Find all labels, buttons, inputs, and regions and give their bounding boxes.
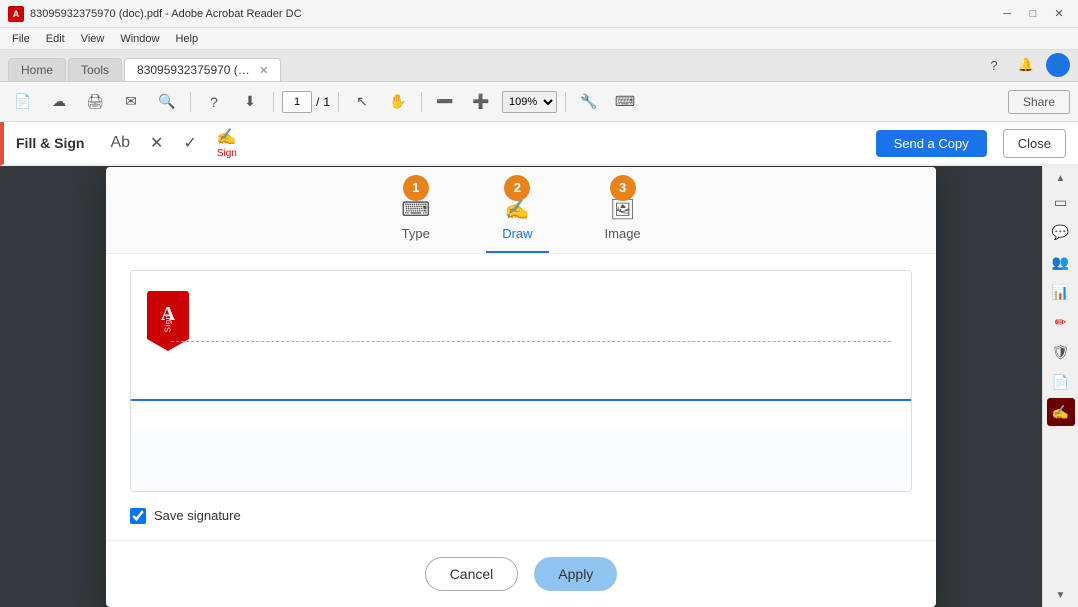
fill-sign-bar: Fill & Sign Ab ✕ ✓ ✍ Sign Send a Copy Cl…	[0, 122, 1078, 166]
modal-tab-bar: 1 ⌨ Type 2 ✍ Draw 3 🖼 Image	[106, 167, 936, 254]
tab-draw[interactable]: 2 ✍ Draw	[486, 183, 548, 253]
draw-tab-label: Draw	[502, 226, 532, 241]
title-bar: A 83095932375970 (doc).pdf - Adobe Acrob…	[0, 0, 1078, 28]
tab-close-icon[interactable]: ✕	[259, 65, 268, 77]
cursor-tool-button[interactable]: ↖	[347, 87, 377, 117]
modal-overlay: 1 ⌨ Type 2 ✍ Draw 3 🖼 Image	[0, 166, 1042, 607]
hand-tool-button[interactable]: ✋	[383, 87, 413, 117]
sign-icon: ✍	[217, 127, 237, 147]
close-window-button[interactable]: ✕	[1048, 3, 1070, 25]
search-toolbar-button[interactable]: 🔍	[152, 87, 182, 117]
type-text-button[interactable]: Ab	[104, 132, 136, 155]
menu-view[interactable]: View	[73, 31, 113, 47]
sidebar-sign-button[interactable]: ✍	[1047, 398, 1075, 426]
print-button[interactable]: 🖨	[80, 87, 110, 117]
tab-image[interactable]: 3 🖼 Image	[589, 183, 657, 253]
tab-document[interactable]: 83095932375970 (… ✕	[124, 58, 281, 81]
right-sidebar: ▲ ▭ 💬 👥 📊 ✏ 🛡 📄 ✍ ▼	[1042, 166, 1078, 607]
tab-tools[interactable]: Tools	[68, 58, 122, 81]
nav-down-button[interactable]: ⬇	[235, 87, 265, 117]
sidebar-comment-button[interactable]: 💬	[1047, 218, 1075, 246]
x-icon: ✕	[150, 133, 163, 153]
sidebar-scroll-up-button[interactable]: ▲	[1047, 170, 1075, 186]
save-signature-row: Save signature	[130, 508, 912, 524]
tab-home[interactable]: Home	[8, 58, 66, 81]
signature-lower-area[interactable]	[131, 431, 911, 491]
tab-num-2: 2	[504, 175, 530, 201]
check-mark-button[interactable]: ✓	[177, 131, 202, 156]
maximize-button[interactable]: □	[1022, 3, 1044, 25]
sidebar-panels-button[interactable]: ▭	[1047, 188, 1075, 216]
image-tab-label: Image	[605, 226, 641, 241]
save-signature-label: Save signature	[154, 508, 241, 523]
window-title: 83095932375970 (doc).pdf - Adobe Acrobat…	[30, 8, 996, 20]
tools-keyboard-button[interactable]: ⌨	[610, 87, 640, 117]
sidebar-edit-button[interactable]: ✏	[1047, 308, 1075, 336]
signature-baseline	[131, 399, 911, 401]
sidebar-scroll-down-button[interactable]: ▼	[1047, 587, 1075, 603]
window-controls: ─ □ ✕	[996, 3, 1070, 25]
tab-num-3: 3	[610, 175, 636, 201]
cloud-button[interactable]: ☁	[44, 87, 74, 117]
minimize-button[interactable]: ─	[996, 3, 1018, 25]
signature-guide-line	[171, 341, 891, 342]
fill-sign-title: Fill & Sign	[16, 135, 84, 151]
separator-3	[338, 92, 339, 112]
new-doc-button[interactable]: 📄	[8, 87, 38, 117]
separator-5	[565, 92, 566, 112]
save-signature-checkbox[interactable]	[130, 508, 146, 524]
send-copy-button[interactable]: Send a Copy	[876, 130, 987, 157]
separator-1	[190, 92, 191, 112]
ab-icon: Ab	[110, 134, 130, 152]
main-area: H Sig 1 ⌨ Type 2 ✍ Draw	[0, 166, 1078, 607]
sidebar-share-button[interactable]: 👥	[1047, 248, 1075, 276]
menu-file[interactable]: File	[4, 31, 38, 47]
badge-sign-text: Sign	[164, 314, 173, 332]
zoom-level-select[interactable]: 109% 100% 75%	[502, 91, 557, 113]
apply-button[interactable]: Apply	[534, 557, 617, 591]
menu-edit[interactable]: Edit	[38, 31, 73, 47]
email-button[interactable]: ✉	[116, 87, 146, 117]
signature-canvas[interactable]: A Sign	[131, 271, 911, 431]
close-fill-sign-button[interactable]: Close	[1003, 129, 1066, 158]
tab-action-area: ? 🔔 👤	[982, 53, 1070, 81]
tab-type[interactable]: 1 ⌨ Type	[385, 183, 446, 253]
sidebar-protect-button[interactable]: 🛡	[1047, 338, 1075, 366]
tools-rotate-button[interactable]: 🔧	[574, 87, 604, 117]
help-tab-button[interactable]: ?	[982, 53, 1006, 77]
sidebar-organize-button[interactable]: 📊	[1047, 278, 1075, 306]
signature-draw-area[interactable]: A Sign	[130, 270, 912, 492]
sign-button[interactable]: ✍ Sign	[211, 125, 243, 161]
page-number-input[interactable]	[282, 91, 312, 113]
help-toolbar-button[interactable]: ?	[199, 87, 229, 117]
tab-bar: Home Tools 83095932375970 (… ✕ ? 🔔 👤	[0, 50, 1078, 82]
zoom-in-button[interactable]: ➕	[466, 87, 496, 117]
page-nav: / 1	[282, 91, 330, 113]
notifications-tab-button[interactable]: 🔔	[1014, 53, 1038, 77]
menu-window[interactable]: Window	[112, 31, 167, 47]
app-icon: A	[8, 6, 24, 22]
check-icon: ✓	[183, 133, 196, 153]
toolbar: 📄 ☁ 🖨 ✉ 🔍 ? ⬇ / 1 ↖ ✋ ➖ ➕ 109% 100% 75% …	[0, 82, 1078, 122]
sidebar-compress-button[interactable]: 📄	[1047, 368, 1075, 396]
separator-2	[273, 92, 274, 112]
account-tab-button[interactable]: 👤	[1046, 53, 1070, 77]
type-tab-label: Type	[402, 226, 430, 241]
cancel-button[interactable]: Cancel	[425, 557, 519, 591]
signature-modal: 1 ⌨ Type 2 ✍ Draw 3 🖼 Image	[106, 167, 936, 607]
menu-bar: File Edit View Window Help	[0, 28, 1078, 50]
zoom-out-button[interactable]: ➖	[430, 87, 460, 117]
share-button[interactable]: Share	[1008, 90, 1070, 114]
menu-help[interactable]: Help	[167, 31, 206, 47]
pdf-background: H Sig 1 ⌨ Type 2 ✍ Draw	[0, 166, 1042, 607]
adobe-sign-badge: A Sign	[147, 291, 189, 347]
tab-num-1: 1	[403, 175, 429, 201]
separator-4	[421, 92, 422, 112]
cross-mark-button[interactable]: ✕	[144, 131, 169, 156]
modal-footer: Cancel Apply	[106, 540, 936, 607]
